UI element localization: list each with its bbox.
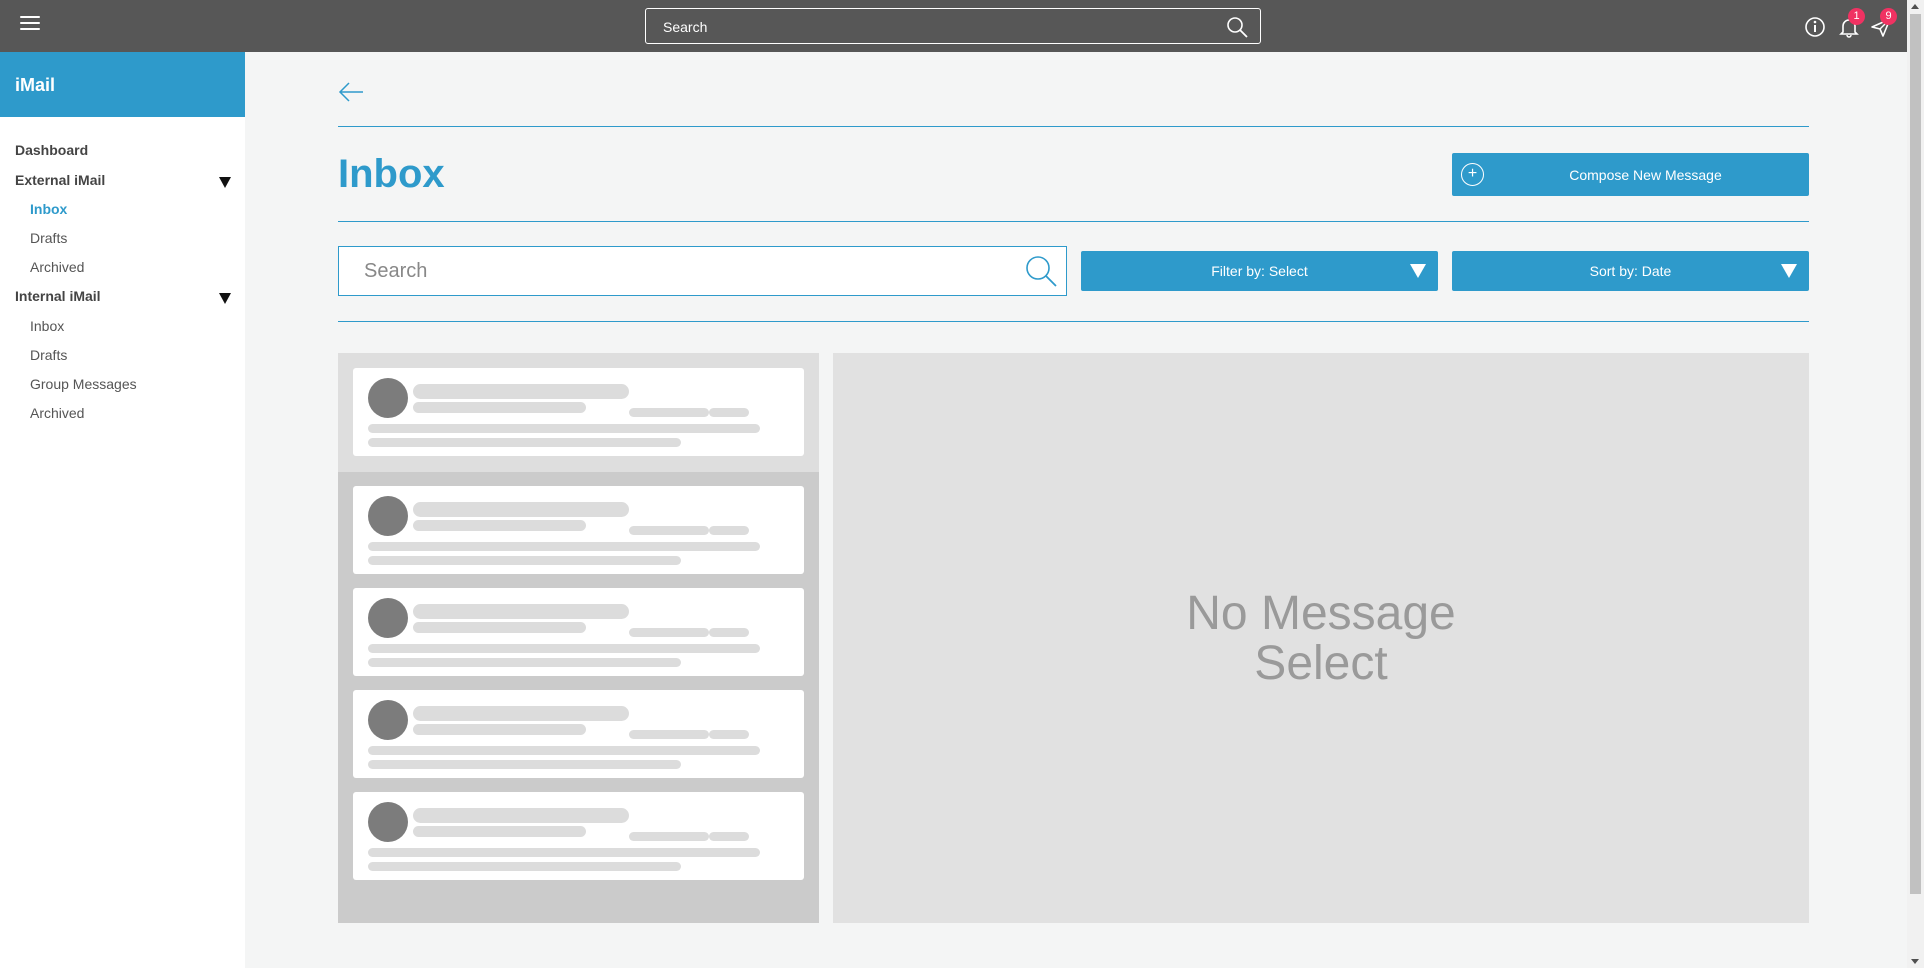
message-card-skeleton[interactable] — [353, 368, 804, 456]
sidebar-item-internal-archived[interactable]: Archived — [0, 397, 245, 426]
brand-logo[interactable]: iMail — [0, 52, 245, 117]
skeleton-line — [629, 408, 709, 417]
skeleton-line — [709, 526, 749, 535]
compose-button-label: Compose New Message — [1569, 167, 1722, 183]
sidebar: iMail Dashboard External iMail Inbox Dra… — [0, 52, 245, 968]
collapse-triangle-icon[interactable] — [219, 293, 231, 304]
dropdown-arrow-icon — [1410, 264, 1426, 278]
sidebar-section-label: Internal iMail — [15, 288, 101, 304]
skeleton-line — [413, 808, 629, 823]
sidebar-item-external-archived[interactable]: Archived — [0, 251, 245, 280]
skeleton-line — [709, 408, 749, 417]
skeleton-line — [413, 826, 586, 837]
skeleton-line — [629, 730, 709, 739]
skeleton-line — [368, 862, 681, 871]
avatar — [368, 598, 408, 638]
skeleton-line — [368, 746, 760, 755]
sidebar-item-internal-inbox[interactable]: Inbox — [0, 310, 245, 339]
skeleton-line — [709, 832, 749, 841]
skeleton-line — [413, 402, 586, 413]
scroll-down-arrow-icon[interactable] — [1911, 959, 1919, 964]
sidebar-item-dashboard[interactable]: Dashboard — [0, 134, 245, 164]
page-scrollbar[interactable] — [1907, 0, 1924, 968]
skeleton-line — [413, 724, 586, 735]
scroll-up-arrow-icon[interactable] — [1911, 4, 1919, 9]
sidebar-nav: Dashboard External iMail Inbox Drafts Ar… — [0, 117, 245, 426]
skeleton-line — [368, 438, 681, 447]
notifications-badge: 1 — [1848, 8, 1865, 25]
skeleton-line — [368, 542, 760, 551]
top-bar: Search 1 9 — [0, 0, 1907, 52]
divider — [338, 221, 1809, 222]
skeleton-line — [368, 848, 760, 857]
inbox-search-box — [338, 246, 1067, 296]
messages-button[interactable]: 9 — [1870, 8, 1897, 38]
search-icon[interactable] — [1226, 16, 1248, 38]
no-message-selected-text: No Message Select — [833, 589, 1809, 689]
message-viewer: No Message Select — [833, 353, 1809, 923]
global-search-placeholder: Search — [663, 19, 708, 35]
divider — [338, 126, 1809, 127]
global-search-box[interactable]: Search — [645, 8, 1261, 44]
sidebar-item-group-messages[interactable]: Group Messages — [0, 368, 245, 397]
skeleton-line — [629, 628, 709, 637]
search-icon[interactable] — [1024, 254, 1058, 288]
sidebar-item-external-inbox[interactable]: Inbox — [0, 193, 245, 222]
dropdown-arrow-icon — [1781, 264, 1797, 278]
skeleton-line — [368, 556, 681, 565]
skeleton-line — [413, 384, 629, 399]
skeleton-line — [709, 730, 749, 739]
filter-dropdown[interactable]: Filter by: Select — [1081, 251, 1438, 291]
sidebar-section-internal-imail[interactable]: Internal iMail — [0, 280, 245, 310]
compose-new-message-button[interactable]: + Compose New Message — [1452, 153, 1809, 196]
empty-viewer-line: No Message — [1186, 587, 1456, 640]
sort-dropdown[interactable]: Sort by: Date — [1452, 251, 1809, 291]
notifications-button[interactable]: 1 — [1838, 8, 1865, 38]
sidebar-section-label: External iMail — [15, 171, 106, 188]
messages-badge: 9 — [1880, 8, 1897, 25]
skeleton-line — [413, 604, 629, 619]
avatar — [368, 700, 408, 740]
sidebar-item-internal-drafts[interactable]: Drafts — [0, 339, 245, 368]
empty-viewer-line: Select — [1254, 637, 1388, 690]
skeleton-line — [413, 706, 629, 721]
skeleton-line — [368, 760, 681, 769]
sidebar-section-external-imail[interactable]: External iMail — [0, 164, 245, 194]
hamburger-menu-icon[interactable] — [20, 16, 40, 32]
skeleton-line — [368, 644, 760, 653]
skeleton-line — [629, 526, 709, 535]
message-card-skeleton[interactable] — [353, 486, 804, 574]
arrow-left-icon[interactable] — [338, 82, 364, 102]
skeleton-line — [629, 832, 709, 841]
info-icon[interactable] — [1804, 16, 1826, 38]
message-card-skeleton[interactable] — [353, 792, 804, 880]
skeleton-line — [413, 502, 629, 517]
skeleton-line — [413, 520, 586, 531]
message-card-skeleton[interactable] — [353, 690, 804, 778]
avatar — [368, 496, 408, 536]
inbox-search-input[interactable] — [339, 247, 999, 295]
message-list — [338, 353, 819, 923]
sort-dropdown-label: Sort by: Date — [1589, 263, 1672, 279]
divider — [338, 321, 1809, 322]
skeleton-line — [368, 424, 760, 433]
page-title: Inbox — [338, 152, 445, 196]
avatar — [368, 802, 408, 842]
scroll-thumb[interactable] — [1910, 14, 1921, 894]
message-card-skeleton[interactable] — [353, 588, 804, 676]
sidebar-item-external-drafts[interactable]: Drafts — [0, 222, 245, 251]
filter-dropdown-label: Filter by: Select — [1211, 263, 1308, 279]
skeleton-line — [368, 658, 681, 667]
skeleton-line — [709, 628, 749, 637]
avatar — [368, 378, 408, 418]
collapse-triangle-icon[interactable] — [219, 176, 231, 188]
skeleton-line — [413, 622, 586, 633]
